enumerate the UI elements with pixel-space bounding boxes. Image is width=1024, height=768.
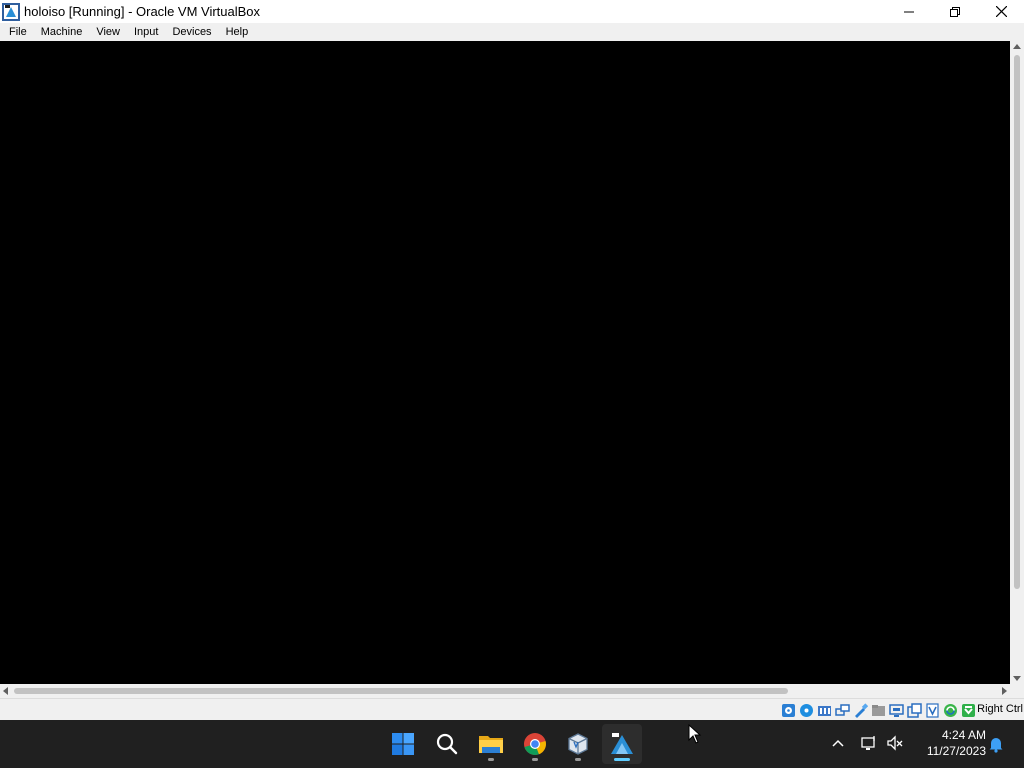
host-key-label[interactable]: Right Ctrl: [977, 703, 1023, 715]
vt-x-icon[interactable]: [925, 702, 940, 718]
search-button[interactable]: [427, 724, 467, 764]
file-explorer-button[interactable]: [471, 724, 511, 764]
minimize-button[interactable]: [886, 0, 932, 23]
window-title: holoiso [Running] - Oracle VM VirtualBox: [24, 4, 261, 19]
network-status-icon: [861, 736, 875, 750]
menu-devices[interactable]: Devices: [165, 23, 218, 41]
chrome-icon: [524, 733, 546, 756]
running-indicator: [532, 758, 538, 761]
start-icon: [392, 733, 414, 755]
volume-button[interactable]: [886, 734, 904, 752]
scroll-right-icon[interactable]: [1002, 687, 1007, 695]
clock-time: 4:24 AM: [941, 728, 986, 742]
network-status-button[interactable]: [860, 734, 878, 752]
display-icon[interactable]: [889, 703, 904, 718]
horizontal-scroll-thumb[interactable]: [14, 688, 788, 694]
scroll-left-icon[interactable]: [3, 687, 8, 695]
vm-display[interactable]: [0, 41, 1010, 684]
holoiso-vm-button[interactable]: [602, 724, 642, 764]
show-hidden-icons-button[interactable]: [830, 734, 846, 752]
recording-icon[interactable]: [907, 702, 922, 718]
clock[interactable]: 4:24 AM 11/27/2023: [914, 727, 986, 759]
virtualbox-app-icon: [2, 2, 20, 21]
guest-additions-icon[interactable]: [943, 703, 958, 718]
chevron-up-icon: [832, 739, 844, 747]
active-indicator: [614, 758, 630, 761]
restore-icon: [950, 6, 960, 17]
minimize-icon: [904, 11, 914, 12]
optical-drive-icon[interactable]: [799, 703, 814, 718]
menu-file[interactable]: File: [0, 23, 34, 41]
shared-folders-icon[interactable]: [871, 703, 886, 718]
audio-icon[interactable]: [817, 703, 832, 718]
notifications-button[interactable]: [988, 735, 1004, 753]
horizontal-scrollbar[interactable]: [0, 684, 1010, 698]
running-indicator: [488, 758, 494, 761]
menu-help[interactable]: Help: [219, 23, 256, 41]
virtualbox-button[interactable]: [558, 724, 598, 764]
usb-icon[interactable]: [853, 702, 869, 718]
menu-input[interactable]: Input: [127, 23, 165, 41]
mouse-pointer-icon: [688, 723, 702, 744]
scroll-corner: [1010, 684, 1024, 698]
close-button[interactable]: [978, 0, 1024, 23]
volume-muted-icon: [887, 735, 903, 751]
notification-bell-icon: [989, 738, 1003, 753]
holoiso-vm-icon: [611, 733, 633, 754]
search-icon: [436, 733, 458, 755]
clock-date: 11/27/2023: [926, 744, 986, 758]
status-bar: Right Ctrl: [0, 698, 1024, 720]
mouse-integration-icon[interactable]: [961, 703, 976, 718]
menu-view[interactable]: View: [89, 23, 127, 41]
scroll-down-icon[interactable]: [1013, 676, 1021, 681]
start-button[interactable]: [383, 724, 423, 764]
scroll-up-icon[interactable]: [1013, 44, 1021, 49]
running-indicator: [575, 758, 581, 761]
menu-machine[interactable]: Machine: [34, 23, 90, 41]
vertical-scrollbar[interactable]: [1010, 41, 1024, 684]
network-icon[interactable]: [835, 703, 850, 718]
vertical-scroll-thumb[interactable]: [1014, 55, 1020, 589]
title-bar[interactable]: holoiso [Running] - Oracle VM VirtualBox: [0, 0, 1024, 23]
virtualbox-icon: [568, 733, 588, 755]
close-icon: [995, 6, 1007, 17]
restore-button[interactable]: [932, 0, 978, 23]
file-explorer-icon: [479, 736, 503, 753]
menu-bar: File Machine View Input Devices Help: [0, 23, 1024, 41]
hard-disk-icon[interactable]: [781, 703, 796, 718]
chrome-button[interactable]: [515, 724, 555, 764]
